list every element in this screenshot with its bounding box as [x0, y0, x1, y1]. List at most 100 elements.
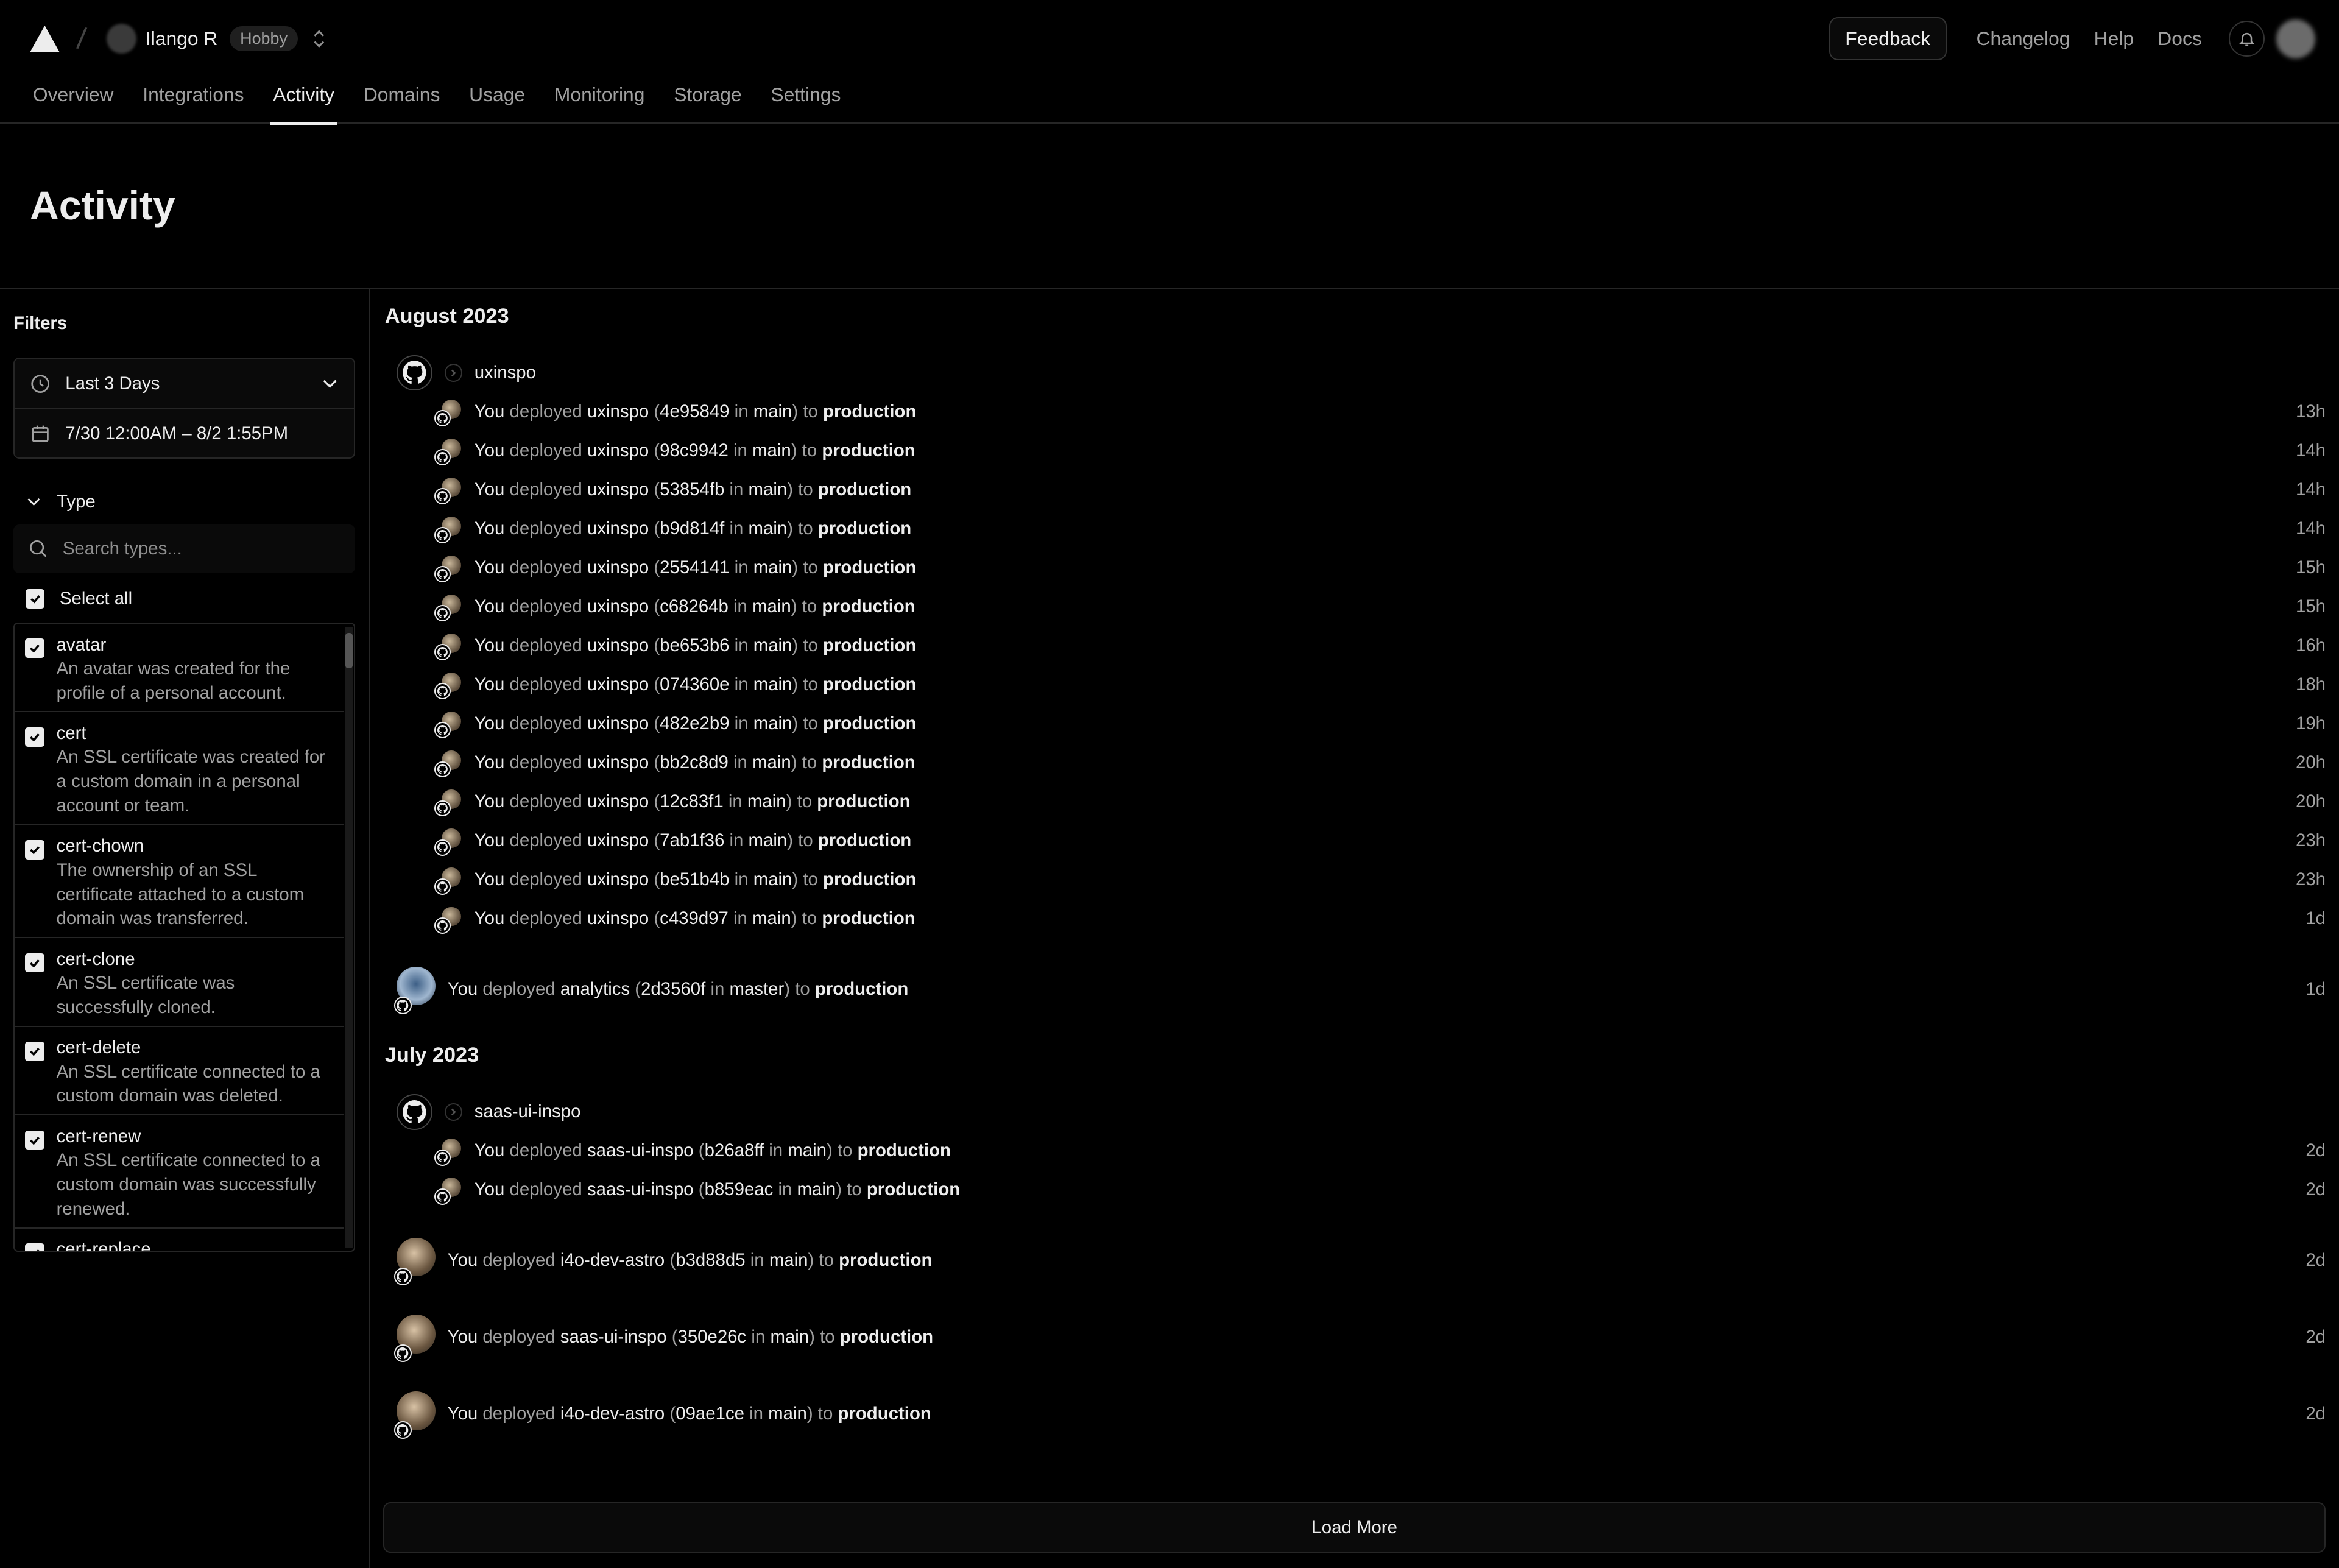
- activity-row[interactable]: You deployed analytics (2d3560f in maste…: [385, 966, 2326, 1015]
- project-name[interactable]: uxinspo: [587, 479, 649, 500]
- activity-row[interactable]: You deployed uxinspo (be653b6 in main) t…: [385, 626, 2326, 665]
- activity-row[interactable]: You deployed uxinspo (4e95849 in main) t…: [385, 392, 2326, 431]
- chevron-down-icon[interactable]: [321, 375, 339, 392]
- project-name[interactable]: uxinspo: [587, 713, 649, 733]
- project-name[interactable]: uxinspo: [587, 596, 649, 616]
- activity-row[interactable]: You deployed uxinspo (482e2b9 in main) t…: [385, 704, 2326, 743]
- commit-sha[interactable]: c439d97: [660, 908, 729, 928]
- type-list-scrollbar[interactable]: [345, 626, 353, 1248]
- project-name[interactable]: uxinspo: [587, 869, 649, 889]
- activity-row[interactable]: You deployed uxinspo (c68264b in main) t…: [385, 587, 2326, 626]
- expand-toggle-icon[interactable]: [444, 364, 463, 382]
- project-group-name[interactable]: uxinspo: [475, 362, 536, 383]
- commit-sha[interactable]: 350e26c: [678, 1327, 747, 1347]
- select-all-checkbox[interactable]: Select all: [25, 588, 356, 609]
- commit-sha[interactable]: 7ab1f36: [660, 830, 724, 850]
- commit-sha[interactable]: 074360e: [660, 674, 729, 694]
- activity-row[interactable]: You deployed uxinspo (b9d814f in main) t…: [385, 509, 2326, 548]
- tab-domains[interactable]: Domains: [351, 77, 452, 124]
- tab-storage[interactable]: Storage: [662, 77, 754, 124]
- activity-row[interactable]: You deployed uxinspo (12c83f1 in main) t…: [385, 782, 2326, 821]
- feedback-button[interactable]: Feedback: [1829, 17, 1947, 60]
- github-icon[interactable]: [397, 1094, 433, 1130]
- bell-icon[interactable]: [2228, 21, 2265, 57]
- docs-link[interactable]: Docs: [2157, 27, 2202, 50]
- commit-sha[interactable]: c68264b: [660, 596, 729, 616]
- project-name[interactable]: saas-ui-inspo: [587, 1179, 694, 1199]
- tab-integrations[interactable]: Integrations: [131, 77, 256, 124]
- tab-activity[interactable]: Activity: [261, 77, 347, 125]
- commit-sha[interactable]: 482e2b9: [660, 713, 729, 733]
- project-name[interactable]: analytics: [560, 979, 630, 999]
- activity-row[interactable]: You deployed saas-ui-inspo (b26a8ff in m…: [385, 1131, 2326, 1170]
- project-name[interactable]: uxinspo: [587, 401, 649, 422]
- github-icon[interactable]: [397, 355, 433, 391]
- project-name[interactable]: uxinspo: [587, 440, 649, 461]
- type-option-avatar[interactable]: avatar An avatar was created for the prof…: [15, 624, 344, 713]
- activity-row[interactable]: You deployed i4o-dev-astro (b3d88d5 in m…: [385, 1237, 2326, 1286]
- activity-row[interactable]: You deployed uxinspo (2554141 in main) t…: [385, 548, 2326, 587]
- tab-usage[interactable]: Usage: [457, 77, 537, 124]
- team-avatar[interactable]: [107, 24, 137, 54]
- type-option-cert[interactable]: cert An SSL certificate was created for a…: [15, 712, 344, 825]
- project-name[interactable]: i4o-dev-astro: [560, 1404, 665, 1424]
- type-option-cert-clone[interactable]: cert-clone An SSL certificate was success…: [15, 938, 344, 1027]
- activity-row[interactable]: You deployed saas-ui-inspo (350e26c in m…: [385, 1314, 2326, 1363]
- activity-row[interactable]: You deployed uxinspo (074360e in main) t…: [385, 665, 2326, 704]
- commit-sha[interactable]: 2554141: [660, 557, 729, 577]
- project-name[interactable]: uxinspo: [587, 908, 649, 928]
- commit-sha[interactable]: b859eac: [705, 1179, 774, 1199]
- tab-monitoring[interactable]: Monitoring: [542, 77, 657, 124]
- tab-overview[interactable]: Overview: [21, 77, 125, 124]
- scroll-thumb[interactable]: [345, 632, 353, 669]
- activity-row[interactable]: You deployed uxinspo (c439d97 in main) t…: [385, 899, 2326, 938]
- type-list[interactable]: avatar An avatar was created for the prof…: [13, 622, 356, 1252]
- project-group-name[interactable]: saas-ui-inspo: [475, 1101, 581, 1122]
- project-name[interactable]: uxinspo: [587, 557, 649, 577]
- project-name[interactable]: i4o-dev-astro: [560, 1250, 665, 1270]
- type-option-cert-renew[interactable]: cert-renew An SSL certificate connected t…: [15, 1115, 344, 1229]
- activity-row[interactable]: You deployed uxinspo (7ab1f36 in main) t…: [385, 821, 2326, 860]
- user-avatar[interactable]: [2276, 19, 2315, 58]
- project-name[interactable]: saas-ui-inspo: [587, 1140, 694, 1160]
- type-section-toggle[interactable]: Type: [26, 492, 356, 512]
- load-more-button[interactable]: Load More: [383, 1502, 2326, 1553]
- team-name[interactable]: Ilango R: [146, 27, 218, 50]
- type-option-cert-chown[interactable]: cert-chown The ownership of an SSL certif…: [15, 825, 344, 939]
- commit-sha[interactable]: be51b4b: [660, 869, 729, 889]
- type-search-input[interactable]: [62, 538, 331, 559]
- commit-sha[interactable]: 12c83f1: [660, 791, 724, 811]
- commit-sha[interactable]: 2d3560f: [641, 979, 705, 999]
- expand-toggle-icon[interactable]: [444, 1103, 463, 1121]
- commit-sha[interactable]: b3d88d5: [676, 1250, 745, 1270]
- activity-row[interactable]: You deployed uxinspo (be51b4b in main) t…: [385, 860, 2326, 899]
- commit-sha[interactable]: bb2c8d9: [660, 752, 729, 772]
- activity-row[interactable]: You deployed uxinspo (98c9942 in main) t…: [385, 431, 2326, 470]
- activity-row[interactable]: You deployed uxinspo (53854fb in main) t…: [385, 470, 2326, 509]
- commit-sha[interactable]: 53854fb: [660, 479, 724, 500]
- project-name[interactable]: uxinspo: [587, 635, 649, 655]
- changelog-link[interactable]: Changelog: [1977, 27, 2070, 50]
- project-name[interactable]: uxinspo: [587, 518, 649, 539]
- project-name[interactable]: uxinspo: [587, 674, 649, 694]
- help-link[interactable]: Help: [2094, 27, 2134, 50]
- range-select[interactable]: Last 3 Days: [15, 359, 354, 408]
- commit-sha[interactable]: b26a8ff: [705, 1140, 764, 1160]
- commit-sha[interactable]: 4e95849: [660, 401, 729, 422]
- commit-sha[interactable]: be653b6: [660, 635, 729, 655]
- project-name[interactable]: uxinspo: [587, 791, 649, 811]
- commit-sha[interactable]: b9d814f: [660, 518, 724, 539]
- vercel-logo-icon[interactable]: [29, 25, 60, 52]
- project-name[interactable]: uxinspo: [587, 830, 649, 850]
- project-name[interactable]: saas-ui-inspo: [560, 1327, 667, 1347]
- activity-row[interactable]: You deployed uxinspo (bb2c8d9 in main) t…: [385, 743, 2326, 782]
- activity-row[interactable]: You deployed i4o-dev-astro (09ae1ce in m…: [385, 1391, 2326, 1439]
- type-option-cert-delete[interactable]: cert-delete An SSL certificate connected …: [15, 1027, 344, 1116]
- project-name[interactable]: uxinspo: [587, 752, 649, 772]
- commit-sha[interactable]: 09ae1ce: [676, 1404, 744, 1424]
- tab-settings[interactable]: Settings: [759, 77, 853, 124]
- activity-row[interactable]: You deployed saas-ui-inspo (b859eac in m…: [385, 1170, 2326, 1209]
- type-option-cert-replace[interactable]: cert-replaceAn SSL certificate connected…: [15, 1229, 344, 1251]
- date-range-picker[interactable]: 7/30 12:00AM – 8/2 1:55PM: [15, 408, 355, 457]
- commit-sha[interactable]: 98c9942: [660, 440, 729, 461]
